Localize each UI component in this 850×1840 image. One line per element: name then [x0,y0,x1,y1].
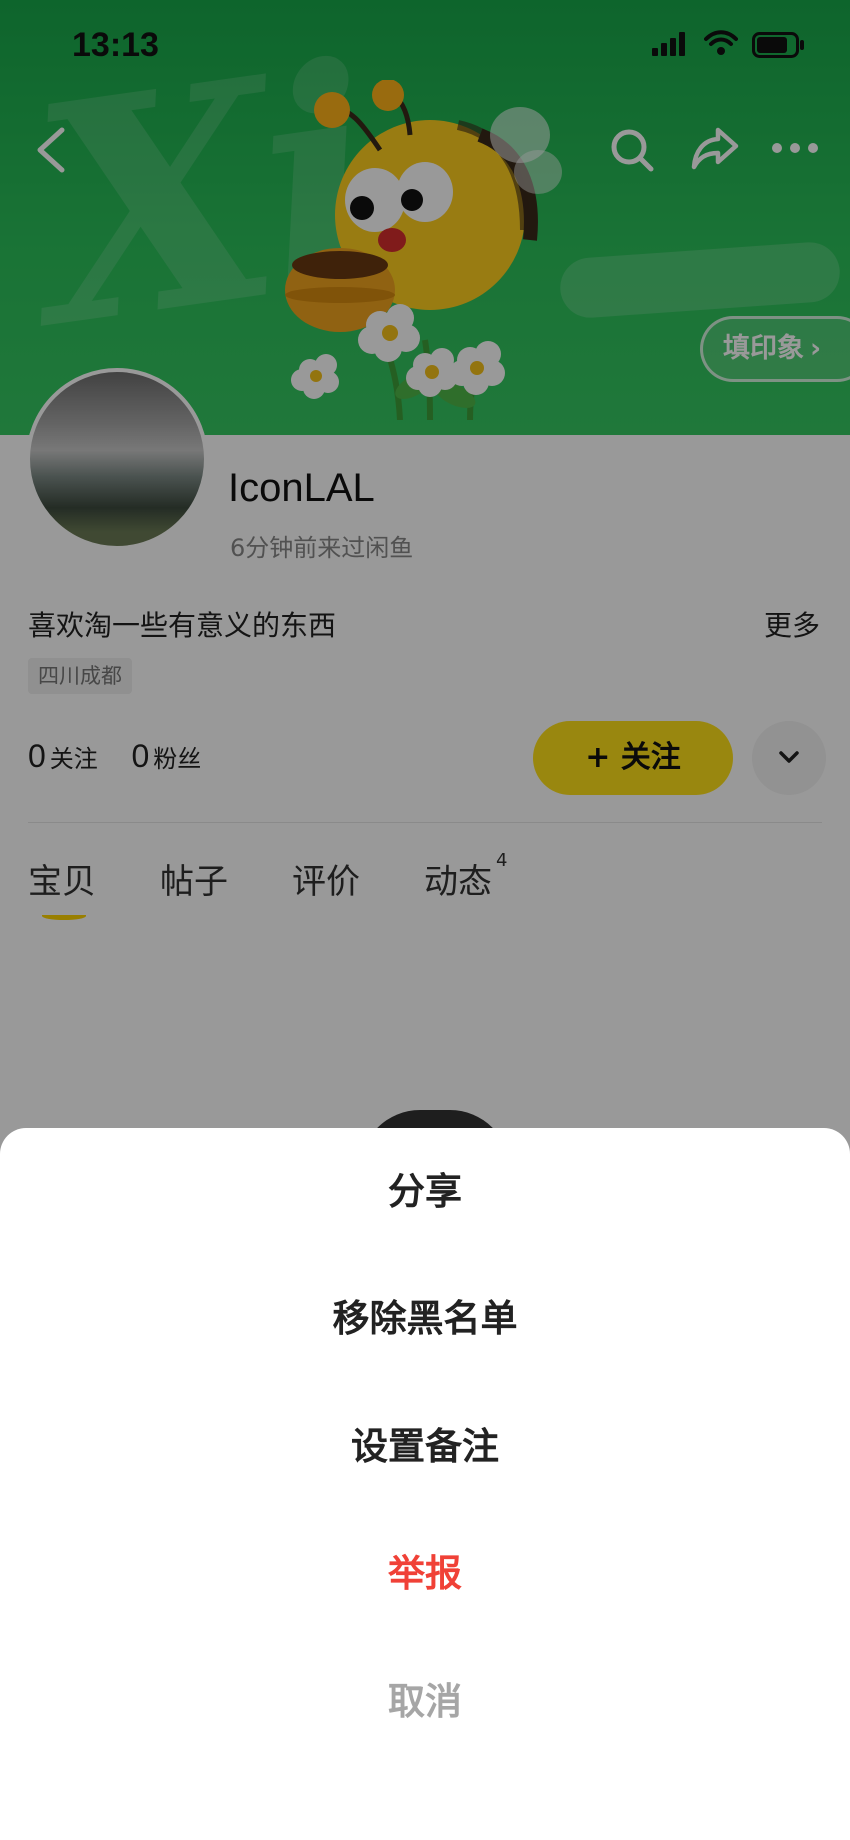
action-sheet: 分享 移除黑名单 设置备注 举报 取消 [0,1128,850,1840]
remove-blacklist-option[interactable]: 移除黑名单 [0,1269,850,1369]
report-option[interactable]: 举报 [0,1524,850,1624]
cancel-option[interactable]: 取消 [0,1652,850,1752]
share-option[interactable]: 分享 [0,1142,850,1242]
set-remark-option[interactable]: 设置备注 [0,1397,850,1497]
